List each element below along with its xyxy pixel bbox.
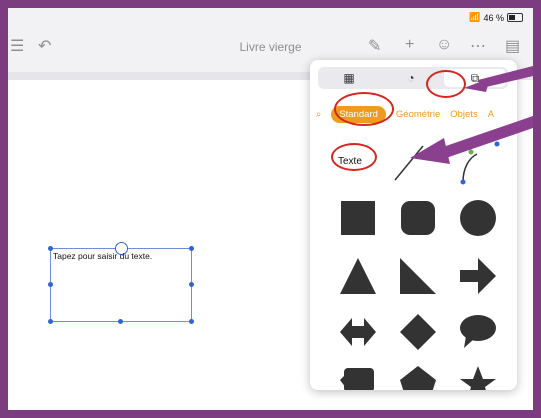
annotation-arrows (410, 66, 533, 164)
arrow-to-text-item (440, 116, 533, 158)
app-screen: 📶 46 % ☰ ↶ Livre vierge ✎ + ☺ ⋯ ▤ Tapez … (8, 8, 533, 410)
